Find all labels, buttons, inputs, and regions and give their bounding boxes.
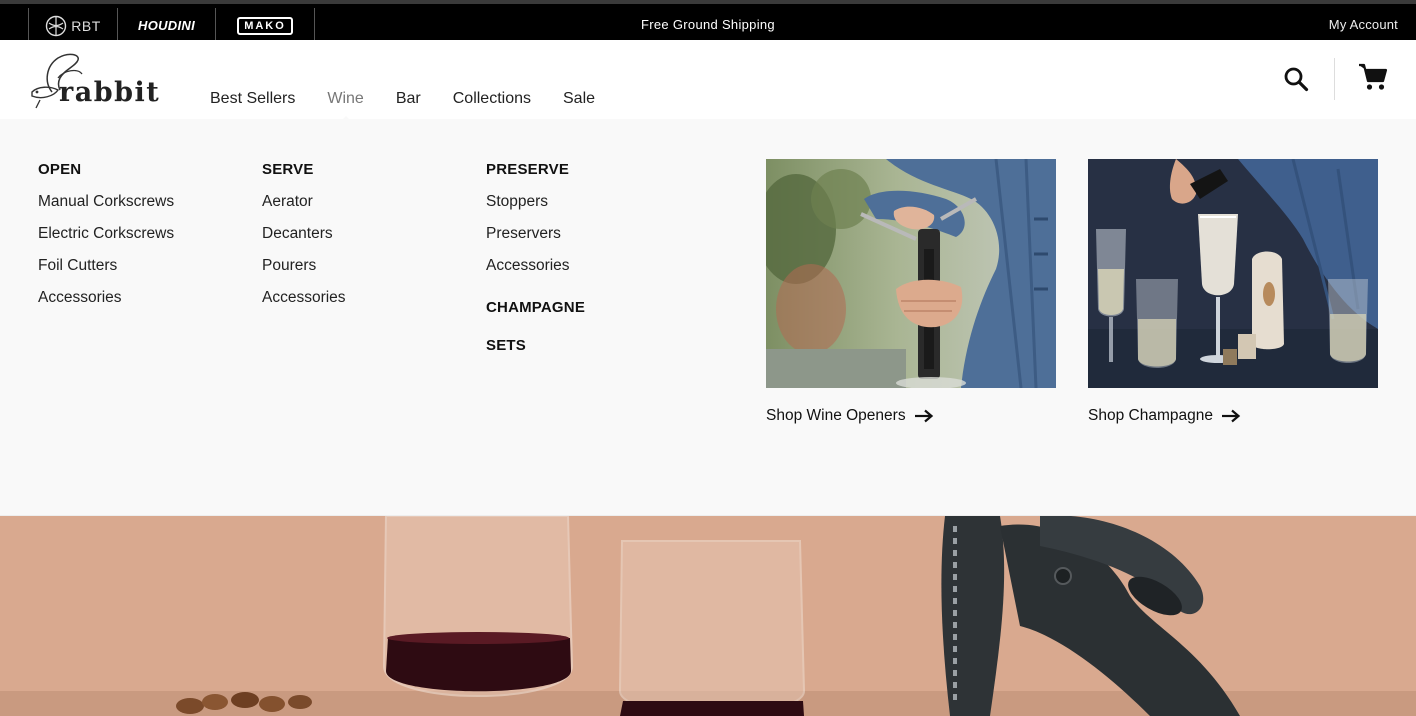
menu-item-electric-corkscrews[interactable]: Electric Corkscrews bbox=[38, 225, 174, 257]
rabbit-logo-icon: rabbit bbox=[31, 53, 160, 109]
header-divider bbox=[1334, 58, 1335, 100]
nav-collections[interactable]: Collections bbox=[453, 90, 531, 108]
my-account-link[interactable]: My Account bbox=[1329, 17, 1398, 32]
shop-wine-openers-label: Shop Wine Openers bbox=[766, 407, 906, 424]
top-utility-bar: RBT HOUDINI MAKO Free Ground Shipping My… bbox=[0, 0, 1416, 43]
nav-sale[interactable]: Sale bbox=[563, 90, 595, 108]
rabbit-logo[interactable]: rabbit bbox=[28, 52, 180, 110]
champagne-photo[interactable] bbox=[1088, 159, 1378, 388]
promo-banner: Free Ground Shipping bbox=[641, 17, 775, 32]
nav-wine-label: Wine bbox=[327, 90, 364, 107]
nav-wine[interactable]: Wine bbox=[327, 90, 364, 123]
search-icon[interactable] bbox=[1283, 66, 1309, 92]
shop-champagne-link[interactable]: Shop Champagne bbox=[1088, 407, 1378, 425]
menu-column-preserve: PRESERVE Stoppers Preservers Accessories… bbox=[486, 161, 585, 375]
main-nav: Best Sellers Wine Bar Collections Sale bbox=[210, 90, 627, 123]
arrow-right-icon bbox=[914, 409, 933, 423]
shop-champagne-label: Shop Champagne bbox=[1088, 407, 1213, 424]
menu-heading-serve[interactable]: SERVE bbox=[262, 161, 346, 178]
arrow-right-icon bbox=[1221, 409, 1241, 423]
nav-bar[interactable]: Bar bbox=[396, 90, 421, 108]
hero-banner-image[interactable] bbox=[0, 516, 1416, 716]
site-header: rabbit Best Sellers Wine Bar Collections… bbox=[0, 40, 1416, 123]
cart-icon[interactable] bbox=[1358, 62, 1388, 92]
menu-item-aerator[interactable]: Aerator bbox=[262, 193, 346, 225]
shop-wine-openers-link[interactable]: Shop Wine Openers bbox=[766, 407, 1056, 425]
wine-opener-photo[interactable] bbox=[766, 159, 1056, 388]
menu-item-serve-accessories[interactable]: Accessories bbox=[262, 289, 346, 321]
menu-item-manual-corkscrews[interactable]: Manual Corkscrews bbox=[38, 193, 174, 225]
menu-column-open: OPEN Manual Corkscrews Electric Corkscre… bbox=[38, 161, 174, 321]
menu-heading-champagne[interactable]: CHAMPAGNE bbox=[486, 299, 585, 337]
menu-heading-open[interactable]: OPEN bbox=[38, 161, 174, 178]
promo-card-champagne: Shop Champagne bbox=[1088, 159, 1378, 425]
menu-item-preservers[interactable]: Preservers bbox=[486, 225, 585, 257]
menu-heading-sets[interactable]: SETS bbox=[486, 337, 585, 375]
menu-heading-preserve[interactable]: PRESERVE bbox=[486, 161, 585, 178]
wine-mega-menu: OPEN Manual Corkscrews Electric Corkscre… bbox=[0, 119, 1416, 516]
menu-item-foil-cutters[interactable]: Foil Cutters bbox=[38, 257, 174, 289]
menu-item-preserve-accessories[interactable]: Accessories bbox=[486, 257, 585, 289]
menu-item-open-accessories[interactable]: Accessories bbox=[38, 289, 174, 321]
nav-best-sellers[interactable]: Best Sellers bbox=[210, 90, 295, 108]
menu-item-pourers[interactable]: Pourers bbox=[262, 257, 346, 289]
promo-card-wine-openers: Shop Wine Openers bbox=[766, 159, 1056, 425]
menu-item-decanters[interactable]: Decanters bbox=[262, 225, 346, 257]
menu-item-stoppers[interactable]: Stoppers bbox=[486, 193, 585, 225]
menu-column-serve: SERVE Aerator Decanters Pourers Accessor… bbox=[262, 161, 346, 321]
logo-wordmark: rabbit bbox=[59, 77, 160, 108]
